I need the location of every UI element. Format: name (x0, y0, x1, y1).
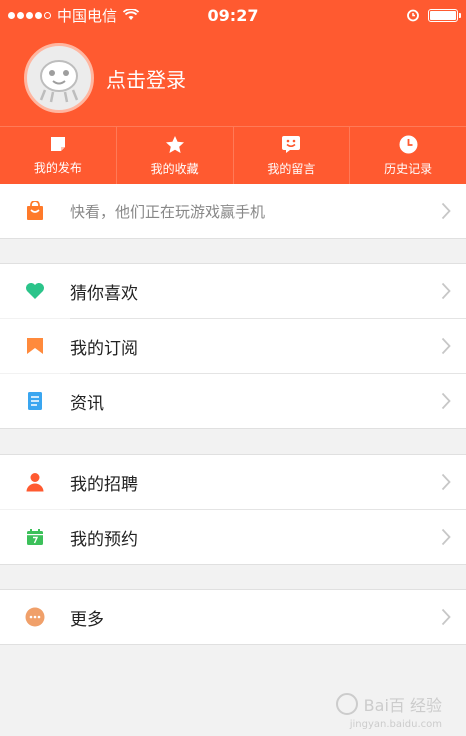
baidu-jingyan-watermark: Bai百 经验 jingyan.baidu.com (335, 692, 442, 730)
menu-item-label: 资讯 (70, 393, 104, 414)
note-icon (50, 137, 65, 151)
chevron-right-icon (441, 608, 451, 626)
menu-item-label: 我的招聘 (70, 474, 138, 495)
heart-icon (26, 283, 44, 299)
menu-item-more[interactable]: 更多 (0, 590, 466, 644)
tab-label: 历史记录 (384, 161, 433, 176)
menu-item-news[interactable]: 资讯 (0, 374, 466, 428)
bookmark-icon (27, 338, 43, 354)
divider (0, 564, 466, 565)
watermark-text: Bai百 经验 (363, 696, 442, 715)
watermark-sub: jingyan.baidu.com (349, 719, 442, 730)
status-bar: 中国电信 09:27 (0, 0, 466, 30)
tab-label: 我的发布 (33, 161, 82, 175)
star-icon (165, 135, 184, 153)
status-right (406, 8, 461, 22)
smile-message-icon (282, 135, 301, 153)
tab-label: 我的留言 (267, 161, 316, 176)
paw-logo-icon (335, 693, 358, 715)
alarm-icon (407, 9, 419, 22)
tab-label: 我的收藏 (150, 161, 199, 176)
mascot-avatar-icon (39, 60, 79, 103)
more-dots-icon (25, 607, 45, 627)
document-icon (28, 392, 42, 410)
menu-item-label: 我的订阅 (70, 338, 138, 359)
menu-item-my-appointments[interactable]: 我的预约 (0, 510, 466, 564)
tab-history[interactable]: 历史记录 (349, 127, 466, 184)
chevron-right-icon (441, 392, 451, 410)
menu-item-label: 更多 (70, 609, 104, 630)
battery-icon (428, 8, 461, 22)
chevron-right-icon (441, 337, 451, 355)
wifi-icon (123, 9, 140, 20)
clock-icon (399, 135, 418, 153)
chevron-right-icon (441, 473, 451, 491)
chevron-right-icon (441, 282, 451, 300)
login-link[interactable]: 点击登录 (106, 64, 186, 93)
menu-item-guess-you-like[interactable]: 猜你喜欢 (0, 264, 466, 318)
avatar[interactable] (24, 43, 94, 113)
menu-item-my-subscriptions[interactable]: 我的订阅 (0, 319, 466, 373)
divider (0, 644, 466, 645)
tab-my-favorites[interactable]: 我的收藏 (115, 127, 233, 184)
chevron-right-icon (441, 528, 451, 546)
menu-item-label: 我的预约 (70, 529, 138, 550)
divider (0, 238, 466, 239)
quick-tabs: 我的发布 我的收藏 我的留言 历史记录 (0, 126, 466, 184)
carrier-label: 中国电信 (57, 6, 118, 25)
promo-notice-text: 快看，他们正在玩游戏赢手机 (70, 202, 266, 221)
divider (0, 428, 466, 429)
status-left: 中国电信 (8, 5, 140, 26)
tab-my-posts[interactable]: 我的发布 (0, 127, 116, 184)
chevron-right-icon (441, 202, 451, 220)
person-icon (26, 473, 44, 492)
menu-item-label: 猜你喜欢 (70, 283, 138, 304)
calendar-icon (27, 529, 43, 545)
profile-header: 点击登录 (0, 30, 466, 126)
profile-screen: 中国电信 09:27 点击登录 我的发布 我的收藏 我的留言 历史记录 快看，他… (0, 0, 466, 736)
signal-dots-icon (8, 11, 51, 19)
tab-my-messages[interactable]: 我的留言 (232, 127, 350, 184)
shopping-bag-icon (27, 201, 43, 220)
menu-item-my-recruitment[interactable]: 我的招聘 (0, 455, 466, 509)
promo-notice-row[interactable]: 快看，他们正在玩游戏赢手机 (0, 184, 466, 238)
